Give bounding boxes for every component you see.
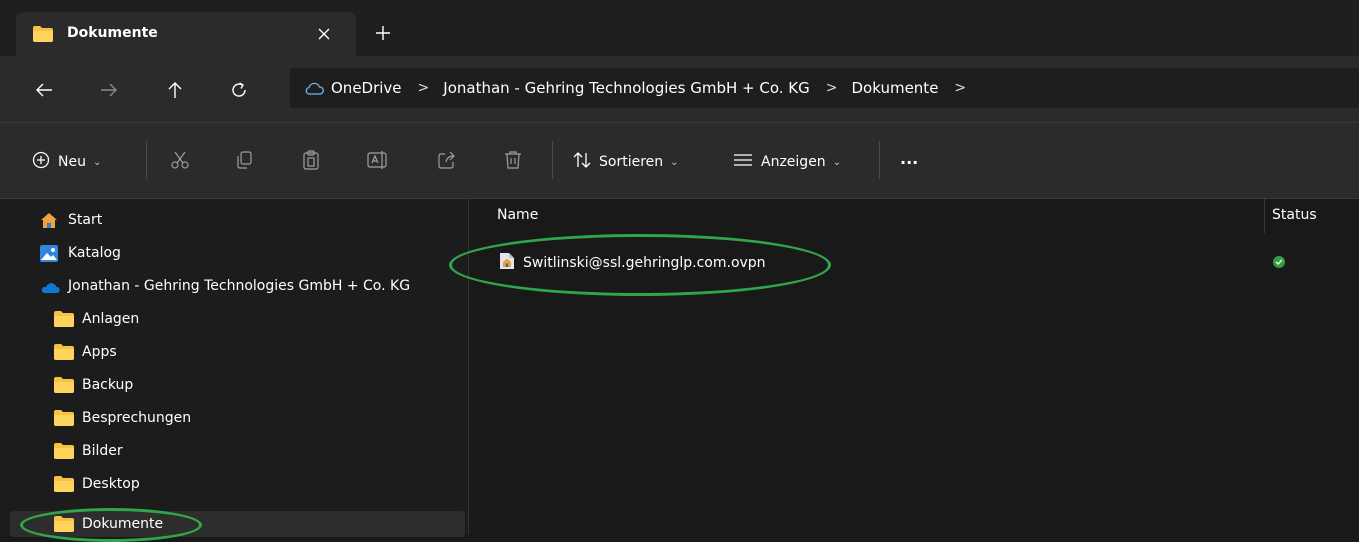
folder-icon — [54, 344, 74, 364]
folder-icon — [54, 377, 74, 397]
view-lines-icon — [733, 153, 753, 171]
sidebar-item-besprechungen[interactable]: Besprechungen — [10, 403, 465, 435]
chevron-down-icon: ⌄ — [92, 156, 102, 168]
sidebar-item-bilder[interactable]: Bilder — [10, 436, 465, 468]
sidebar-item-label: Katalog — [68, 245, 121, 261]
sidebar-item-label: Desktop — [82, 476, 140, 492]
title-bar: Dokumente — [0, 0, 1359, 56]
back-icon[interactable] — [30, 76, 58, 104]
breadcrumb-separator[interactable]: > — [954, 80, 966, 96]
navigation-bar: OneDrive > Jonathan - Gehring Technologi… — [0, 56, 1359, 122]
tab-title: Dokumente — [67, 25, 158, 41]
onedrive-cloud-icon — [40, 278, 60, 298]
copy-icon — [234, 150, 254, 174]
breadcrumb-onedrive[interactable]: OneDrive — [331, 79, 402, 97]
scissors-icon — [170, 150, 190, 174]
sort-button[interactable]: Sortieren ⌄ — [573, 147, 679, 177]
tab-dokumente[interactable]: Dokumente — [16, 12, 356, 56]
divider — [879, 141, 880, 179]
gallery-icon — [40, 245, 58, 266]
rename-button[interactable] — [367, 147, 389, 177]
new-button-label: Neu — [58, 154, 86, 170]
breadcrumb-separator[interactable]: > — [826, 80, 838, 96]
ovpn-file-icon — [499, 252, 515, 274]
paste-button[interactable] — [301, 147, 321, 177]
sidebar-item-label: Apps — [82, 344, 117, 360]
sidebar-item-onedrive-org[interactable]: Jonathan - Gehring Technologies GmbH + C… — [10, 271, 465, 303]
sidebar-item-label: Anlagen — [82, 311, 140, 327]
sidebar-item-anlagen[interactable]: Anlagen — [10, 304, 465, 336]
clipboard-icon — [301, 150, 321, 174]
rename-icon — [367, 150, 389, 174]
sidebar-item-backup[interactable]: Backup — [10, 370, 465, 402]
cut-button[interactable] — [170, 147, 190, 177]
sidebar-item-start[interactable]: Start — [10, 205, 465, 237]
sort-icon — [573, 151, 591, 173]
column-header-status[interactable]: Status — [1272, 207, 1317, 223]
sidebar-item-label: Start — [68, 212, 103, 228]
sort-button-label: Sortieren — [599, 154, 664, 170]
file-name: Switlinski@ssl.gehringlp.com.ovpn — [523, 255, 766, 271]
folder-icon — [32, 25, 54, 47]
breadcrumb-dokumente[interactable]: Dokumente — [852, 79, 939, 97]
folder-icon — [54, 410, 74, 430]
sync-status-icon — [1273, 256, 1285, 268]
delete-button[interactable] — [503, 147, 523, 177]
onedrive-cloud-icon — [304, 81, 324, 95]
sidebar-item-label: Jonathan - Gehring Technologies GmbH + C… — [68, 278, 411, 294]
folder-icon — [54, 311, 74, 331]
sidebar-item-apps[interactable]: Apps — [10, 337, 465, 369]
sidebar-item-label: Backup — [82, 377, 134, 393]
divider — [146, 141, 147, 179]
file-row[interactable]: Switlinski@ssl.gehringlp.com.ovpn — [499, 249, 766, 277]
new-tab-button[interactable] — [370, 20, 396, 46]
more-options-button[interactable]: ··· — [900, 147, 918, 177]
up-icon[interactable] — [161, 76, 189, 104]
share-icon — [437, 150, 457, 174]
command-bar: Neu ⌄ Sortieren ⌄ Anzeigen ⌄ ··· — [0, 123, 1359, 199]
view-button-label: Anzeigen — [761, 154, 826, 170]
sidebar-item-dokumente[interactable]: Dokumente — [10, 511, 465, 537]
view-button[interactable]: Anzeigen ⌄ — [733, 147, 841, 177]
sidebar-item-label: Dokumente — [82, 516, 164, 532]
divider — [552, 141, 553, 179]
close-tab-icon[interactable] — [312, 22, 336, 46]
sidebar-item-label: Besprechungen — [82, 410, 192, 426]
address-bar[interactable]: OneDrive > Jonathan - Gehring Technologi… — [290, 68, 1359, 108]
share-button[interactable] — [437, 147, 457, 177]
breadcrumb-organization[interactable]: Jonathan - Gehring Technologies GmbH + C… — [443, 79, 809, 97]
new-button[interactable]: Neu ⌄ — [32, 147, 101, 177]
home-icon — [40, 212, 58, 233]
navigation-pane: Start Katalog Jonathan - Gehring Technol… — [0, 199, 469, 537]
copy-button[interactable] — [234, 147, 254, 177]
chevron-down-icon: ⌄ — [670, 156, 679, 168]
column-divider[interactable] — [1264, 199, 1265, 233]
plus-circle-icon — [32, 151, 50, 173]
folder-icon — [54, 516, 74, 536]
chevron-down-icon: ⌄ — [832, 156, 842, 168]
refresh-icon[interactable] — [225, 76, 253, 104]
more-icon: ··· — [900, 152, 919, 172]
sidebar-item-label: Bilder — [82, 443, 123, 459]
forward-icon[interactable] — [95, 76, 123, 104]
folder-icon — [54, 443, 74, 463]
trash-icon — [503, 150, 523, 174]
folder-icon — [54, 476, 74, 496]
file-list: Name Status Switlinski@ssl.gehringlp.com… — [469, 199, 1359, 535]
breadcrumb-separator[interactable]: > — [418, 80, 430, 96]
sidebar-item-desktop[interactable]: Desktop — [10, 469, 465, 501]
sidebar-item-katalog[interactable]: Katalog — [10, 238, 465, 270]
column-header-name[interactable]: Name — [497, 207, 538, 223]
